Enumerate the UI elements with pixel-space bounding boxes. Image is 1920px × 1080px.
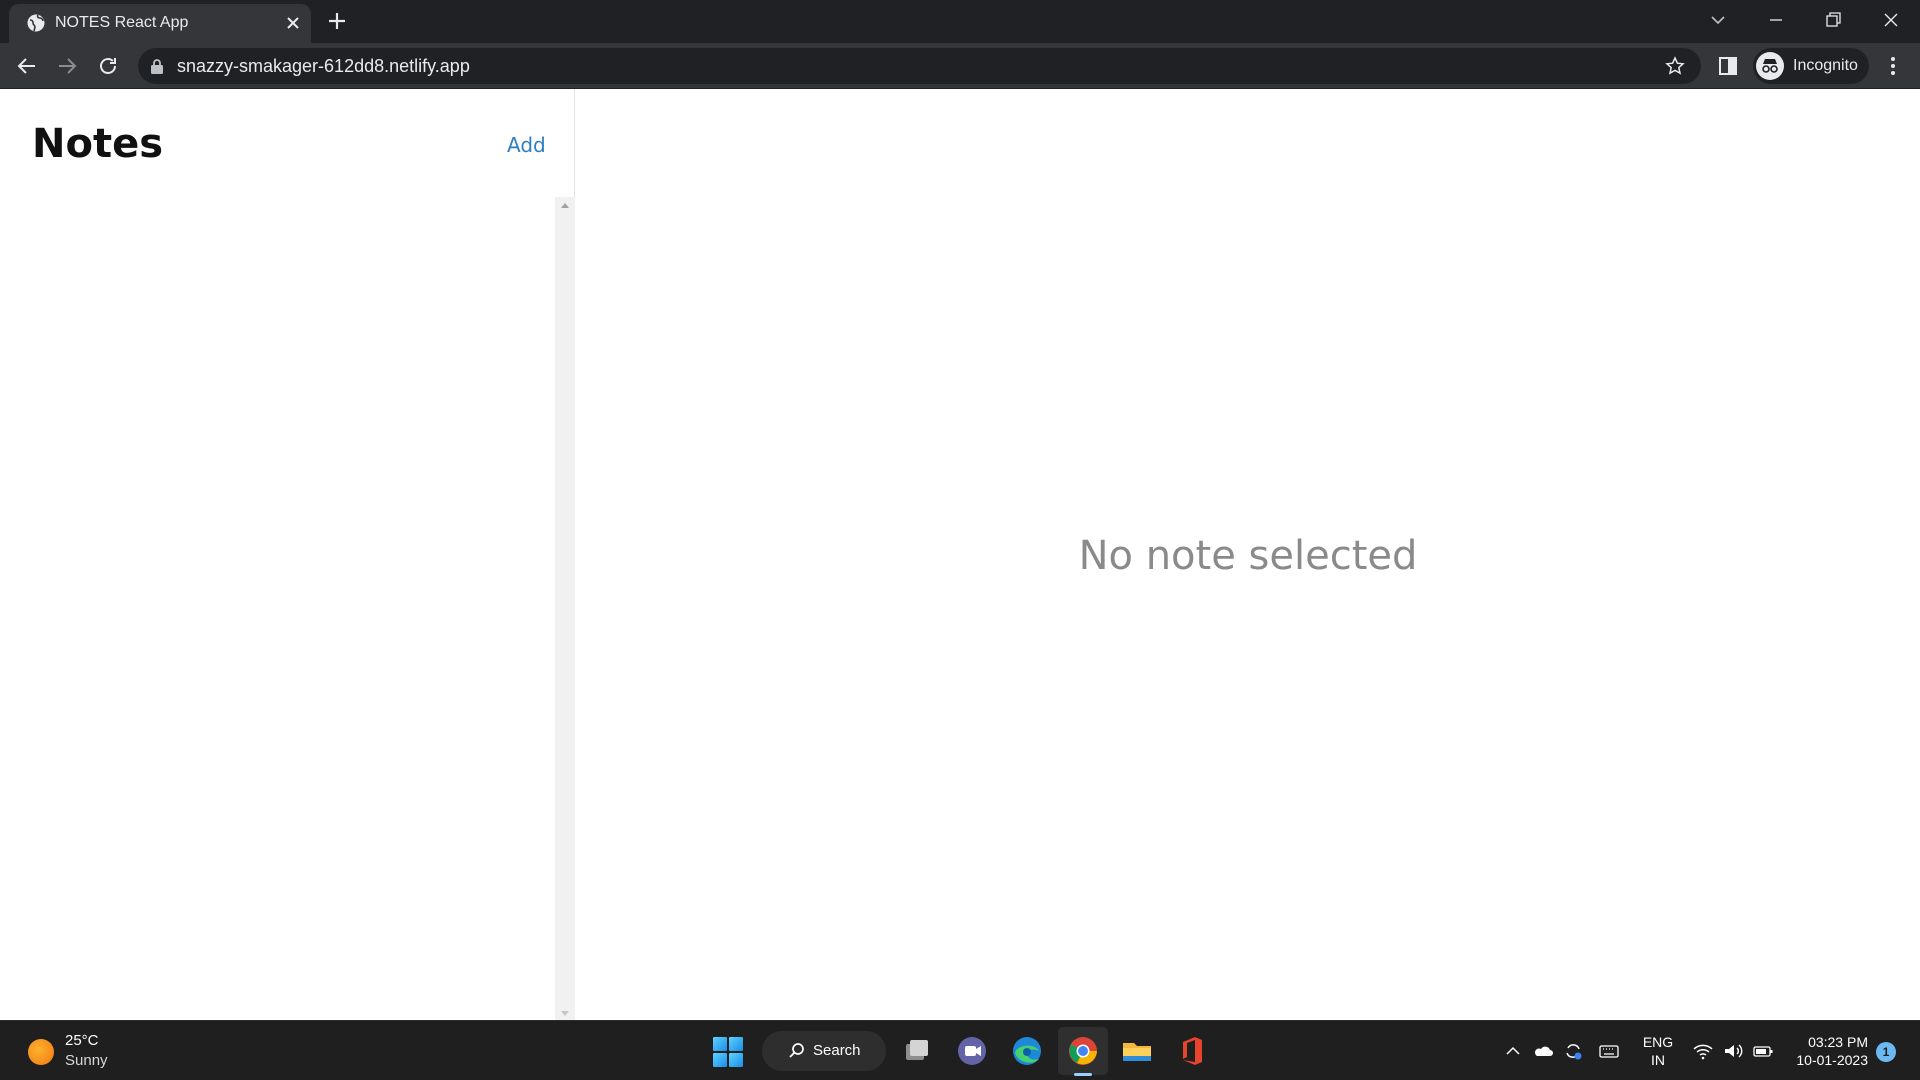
weather-temperature[interactable]: 25°C: [65, 1032, 99, 1049]
chrome-icon[interactable]: [1066, 1034, 1100, 1068]
clock-time: 03:23 PM: [1808, 1034, 1868, 1050]
battery-icon[interactable]: [1752, 1040, 1774, 1062]
language-code: ENG: [1642, 1034, 1674, 1050]
sync-icon[interactable]: [1562, 1040, 1584, 1062]
back-arrow-icon[interactable]: [15, 54, 39, 78]
kebab-menu-icon[interactable]: [1882, 55, 1904, 77]
add-note-button[interactable]: Add: [507, 133, 546, 157]
reload-icon[interactable]: [96, 54, 120, 78]
edge-icon[interactable]: [1010, 1034, 1044, 1068]
task-view-icon[interactable]: [900, 1034, 934, 1068]
tab-search-chevron-icon[interactable]: [1707, 9, 1729, 31]
scroll-up-arrow-icon[interactable]: [561, 203, 569, 208]
sun-icon[interactable]: [28, 1039, 54, 1065]
url-text[interactable]: snazzy-smakager-612dd8.netlify.app: [177, 56, 470, 76]
notes-sidebar: Notes Add: [0, 89, 575, 1020]
lock-icon[interactable]: [150, 58, 164, 74]
scroll-down-arrow-icon[interactable]: [561, 1011, 569, 1016]
notes-list: [0, 197, 555, 1020]
note-detail-pane: No note selected: [576, 89, 1920, 1020]
keyboard-icon[interactable]: [1598, 1040, 1620, 1062]
tab-title: NOTES React App: [55, 14, 189, 31]
globe-icon: [27, 14, 45, 32]
page-title: Notes: [32, 121, 164, 167]
incognito-icon: [1756, 52, 1784, 80]
incognito-profile-button[interactable]: Incognito: [1753, 48, 1869, 84]
browser-tabstrip: NOTES React App: [0, 0, 1920, 43]
weather-condition[interactable]: Sunny: [65, 1052, 108, 1069]
teams-chat-icon[interactable]: [955, 1034, 989, 1068]
language-indicator[interactable]: ENG IN: [1640, 1033, 1676, 1069]
region-code: IN: [1651, 1052, 1665, 1068]
office-icon[interactable]: [1175, 1034, 1209, 1068]
page-viewport: Notes Add No note selected: [0, 89, 1920, 1020]
folder-icon[interactable]: [1120, 1034, 1154, 1068]
minimize-icon[interactable]: [1765, 9, 1787, 31]
restore-icon[interactable]: [1822, 9, 1844, 31]
empty-state-message: No note selected: [1078, 533, 1418, 579]
bookmark-star-icon[interactable]: [1665, 56, 1685, 76]
browser-tab[interactable]: NOTES React App: [9, 4, 311, 43]
new-tab-icon[interactable]: [326, 10, 348, 32]
address-bar[interactable]: snazzy-smakager-612dd8.netlify.app: [138, 48, 1701, 84]
incognito-label: Incognito: [1793, 57, 1858, 74]
notification-badge[interactable]: 1: [1876, 1042, 1896, 1062]
forward-arrow-icon[interactable]: [55, 54, 79, 78]
clock-date: 10-01-2023: [1796, 1052, 1868, 1068]
notes-list-scrollbar[interactable]: [555, 197, 575, 1020]
side-panel-icon[interactable]: [1717, 55, 1739, 77]
running-app-indicator: [1074, 1073, 1092, 1076]
volume-icon[interactable]: [1722, 1040, 1744, 1062]
browser-toolbar: snazzy-smakager-612dd8.netlify.app Incog…: [0, 43, 1920, 89]
wifi-icon[interactable]: [1692, 1040, 1714, 1062]
windows-start-icon[interactable]: [713, 1037, 743, 1067]
onedrive-cloud-icon[interactable]: [1532, 1040, 1554, 1062]
taskbar-search-button[interactable]: Search: [762, 1031, 886, 1071]
system-clock[interactable]: 03:23 PM 10-01-2023: [1778, 1033, 1868, 1069]
search-label: Search: [813, 1042, 861, 1059]
search-icon: [789, 1043, 804, 1058]
chevron-up-icon[interactable]: [1502, 1040, 1524, 1062]
os-taskbar: 25°C Sunny Search ENG IN 03:23 PM 10-01-…: [0, 1020, 1920, 1080]
close-icon[interactable]: [284, 14, 302, 32]
window-close-icon[interactable]: [1880, 9, 1902, 31]
